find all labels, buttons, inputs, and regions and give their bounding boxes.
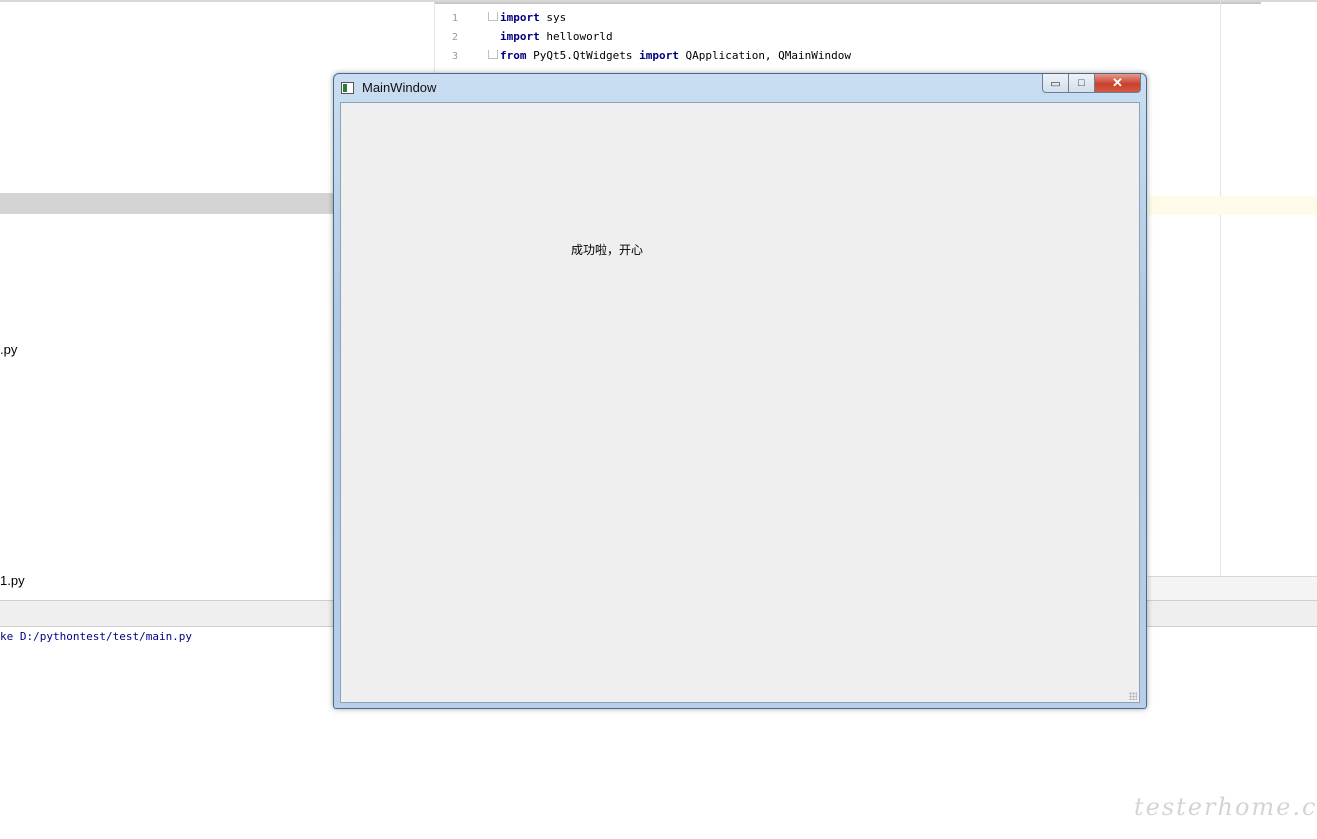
code-text: QApplication, QMainWindow xyxy=(678,49,852,62)
central-widget: 成功啦，开心 xyxy=(340,102,1140,703)
size-grip-icon[interactable] xyxy=(1129,692,1137,700)
code-keyword: import xyxy=(500,11,540,24)
code-keyword: import xyxy=(500,30,540,43)
project-selected-row[interactable] xyxy=(0,193,334,214)
code-line: import helloworld xyxy=(500,30,613,43)
minimize-icon: ▭ xyxy=(1050,77,1061,90)
code-text: PyQt5.QtWidgets xyxy=(526,49,640,62)
editor-bottom-strip xyxy=(1148,576,1317,602)
fold-icon[interactable] xyxy=(488,50,498,59)
code-line: from PyQt5.QtWidgets import QApplication… xyxy=(500,49,851,62)
success-label: 成功啦，开心 xyxy=(571,243,644,257)
close-button[interactable]: ✕ xyxy=(1095,74,1141,93)
line-number: 1 xyxy=(451,13,459,24)
editor-caret-row-highlight xyxy=(1149,196,1317,215)
editor-right-margin xyxy=(1220,2,1221,578)
maximize-icon: □ xyxy=(1078,77,1085,89)
code-text: sys xyxy=(539,11,567,24)
close-icon: ✕ xyxy=(1112,75,1123,90)
main-window[interactable]: MainWindow ▭ □ ✕ 成功啦，开心 xyxy=(333,73,1147,709)
window-title: MainWindow xyxy=(362,80,437,95)
fold-icon[interactable] xyxy=(488,12,498,21)
app-window-icon[interactable] xyxy=(341,82,354,94)
code-line: import sys xyxy=(500,11,566,24)
title-bar[interactable]: MainWindow ▭ □ ✕ xyxy=(334,74,1146,102)
line-number: 3 xyxy=(451,51,459,62)
project-file-item[interactable]: 1.py xyxy=(0,573,25,588)
window-controls: ▭ □ ✕ xyxy=(1042,74,1141,93)
minimize-button[interactable]: ▭ xyxy=(1042,74,1069,93)
code-text: helloworld xyxy=(539,30,613,43)
code-keyword: import xyxy=(639,49,679,62)
project-file-item[interactable]: .py xyxy=(0,342,17,357)
run-console-output: ke D:/pythontest/test/main.py xyxy=(0,630,193,643)
editor-tab-bar xyxy=(435,2,1261,4)
maximize-button[interactable]: □ xyxy=(1069,74,1095,93)
code-keyword: from xyxy=(500,49,527,62)
line-number: 2 xyxy=(451,32,459,43)
watermark: testerhome.com xyxy=(1134,793,1317,821)
